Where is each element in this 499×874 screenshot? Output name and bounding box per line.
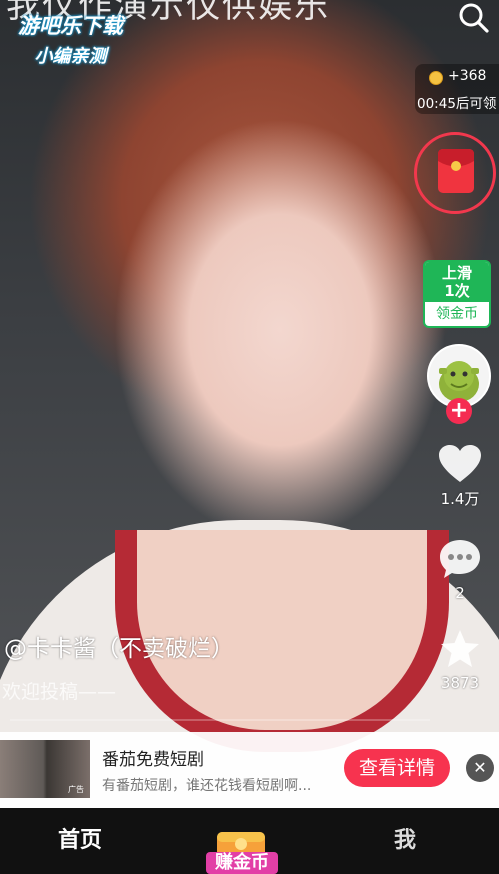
tab-me[interactable]: 我 (394, 822, 416, 854)
ad-description: 有番茄短剧，谁还花钱看短剧啊... (102, 778, 312, 794)
ad-tag: 广告 (68, 785, 84, 794)
swipe-task-label: 领金币 (436, 306, 478, 322)
avatar-icon (429, 346, 489, 406)
author-name[interactable]: @卡卡酱（不卖破烂） (4, 629, 234, 663)
reward-timer: 00:45后可领 (417, 96, 497, 112)
swipe-task-line2: 1次 (444, 282, 470, 300)
ad-thumbnail: 广告 (0, 740, 90, 798)
reward-timer-box[interactable]: +368 00:45后可领 (415, 64, 499, 114)
star-icon (441, 630, 479, 667)
swipe-task-header: 上滑 1次 (425, 262, 489, 302)
watermark-line1: 游吧乐下载 (18, 14, 123, 38)
reward-coins: +368 (448, 68, 487, 84)
watermark-line2: 小编亲测 (34, 46, 107, 67)
follow-button[interactable]: + (446, 398, 472, 424)
ad-banner[interactable]: 广告 番茄免费短剧 有番茄短剧，谁还花钱看短剧啊... 查看详情 ✕ (0, 732, 499, 808)
ad-title: 番茄免费短剧 (102, 750, 204, 770)
watermark: 游吧乐下载 小编亲测 (18, 10, 123, 68)
ad-details-button[interactable]: 查看详情 (344, 749, 450, 787)
comment-button[interactable]: 2 (430, 538, 490, 602)
heart-icon (439, 445, 481, 482)
comment-count: 2 (455, 584, 465, 602)
swipe-task-line1: 上滑 (441, 264, 472, 282)
tab-earn-coins[interactable]: 赚金币 (206, 852, 278, 874)
coin-icon (429, 71, 443, 85)
favorite-button[interactable]: 3873 (430, 628, 490, 692)
like-button[interactable]: 1.4万 (430, 444, 490, 509)
ad-close-button[interactable]: ✕ (466, 754, 494, 782)
red-packet-icon (438, 149, 474, 193)
like-count: 1.4万 (440, 490, 480, 508)
swipe-task-badge[interactable]: 上滑 1次 领金币 (423, 260, 491, 328)
comment-icon (440, 540, 480, 578)
video-progress-bar[interactable] (10, 719, 430, 721)
search-icon[interactable] (458, 2, 490, 34)
post-caption: 欢迎投稿—— (2, 681, 117, 703)
tab-home[interactable]: 首页 (58, 822, 102, 854)
favorite-count: 3873 (440, 674, 480, 692)
